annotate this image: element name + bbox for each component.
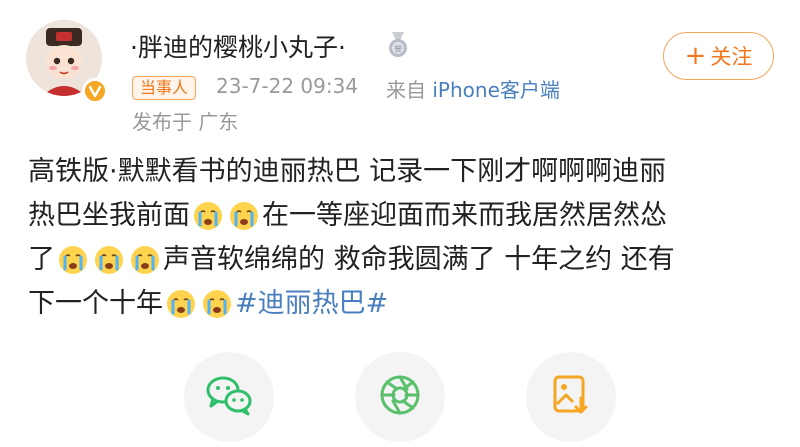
svg-text:誉: 誉 (394, 44, 402, 54)
image-download-icon (551, 374, 591, 420)
post-time: 23-7-22 09:34 (216, 74, 359, 98)
role-tag: 当事人 (132, 76, 197, 100)
hashtag-link[interactable]: #迪丽热巴# (235, 282, 388, 326)
crying-face-icon (202, 289, 232, 319)
post-line: 了 声音软绵绵的 救命我圆满了 十年之约 还有 (28, 238, 778, 282)
crying-face-icon (193, 201, 223, 231)
post-text: 了 (28, 244, 55, 275)
crying-face-icon (229, 201, 259, 231)
crying-face-icon (166, 289, 196, 319)
post-location: 发布于 广东 (132, 110, 239, 134)
source-link[interactable]: iPhone客户端 (432, 78, 560, 102)
crying-face-icon (94, 245, 124, 275)
crying-face-icon (130, 245, 160, 275)
post-content: 高铁版·默默看书的迪丽热巴 记录一下刚才啊啊啊迪丽 热巴坐我前面 在一等座迎面而… (28, 150, 778, 326)
post-line: 高铁版·默默看书的迪丽热巴 记录一下刚才啊啊啊迪丽 (28, 150, 778, 194)
username[interactable]: ·胖迪的樱桃小丸子· (130, 28, 346, 64)
post-line: 热巴坐我前面 在一等座迎面而来而我居然居然怂 (28, 194, 778, 238)
post-text: 在一等座迎面而来而我居然居然怂 (262, 200, 667, 231)
share-actions (0, 352, 800, 447)
share-wechat-button[interactable] (184, 352, 274, 442)
post-source: 来自 iPhone客户端 (386, 74, 560, 103)
verified-badge-icon (82, 78, 108, 104)
post-header: ·胖迪的樱桃小丸子· 誉 + 关注 当事人 23-7-22 09:34 来自 i… (0, 0, 800, 140)
follow-label: 关注 (710, 45, 753, 69)
avatar[interactable] (26, 20, 108, 104)
post-text: 声音软绵绵的 救命我圆满了 十年之约 还有 (163, 244, 675, 275)
plus-icon: + (684, 41, 707, 71)
wechat-icon (205, 374, 253, 420)
moments-shutter-icon (378, 373, 422, 421)
post-text: 高铁版·默默看书的迪丽热巴 记录一下刚才啊啊啊迪丽 (28, 156, 667, 187)
post-text: 下一个十年 (28, 288, 163, 319)
source-prefix: 来自 (386, 78, 426, 102)
crying-face-icon (58, 245, 88, 275)
follow-button[interactable]: + 关注 (663, 32, 774, 80)
post-line: 下一个十年 #迪丽热巴# (28, 282, 778, 326)
share-moments-button[interactable] (355, 352, 445, 442)
post-text: 热巴坐我前面 (28, 200, 190, 231)
medal-icon: 誉 (386, 32, 410, 58)
save-image-button[interactable] (526, 352, 616, 442)
